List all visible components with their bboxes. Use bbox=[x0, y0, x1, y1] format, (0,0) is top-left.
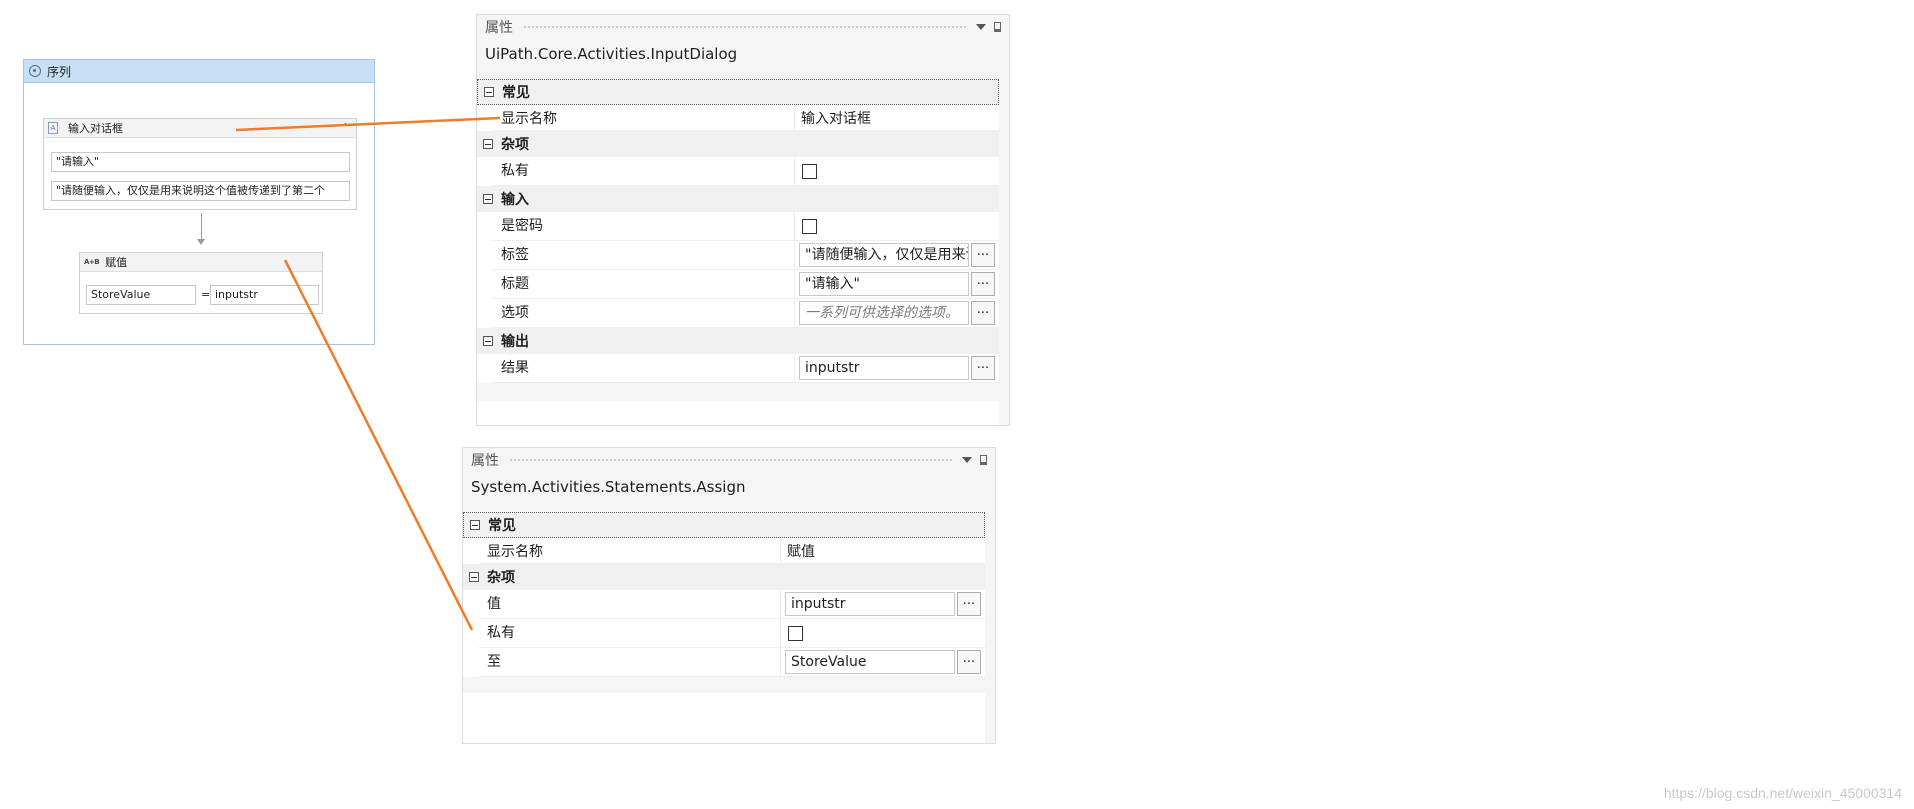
category-common[interactable]: 常见 bbox=[463, 512, 985, 538]
pin-icon[interactable] bbox=[994, 22, 1001, 32]
ellipsis-button[interactable]: ... bbox=[957, 650, 981, 674]
prop-name: 私有 bbox=[493, 157, 795, 185]
prop-row-private[interactable]: 私有 bbox=[493, 157, 999, 186]
category-label: 杂项 bbox=[487, 570, 515, 586]
assign-activity[interactable]: A+B 赋值 StoreValue = inputstr bbox=[79, 252, 323, 314]
assign-equals: = bbox=[201, 288, 211, 301]
collapse-toggle-icon[interactable] bbox=[483, 336, 493, 346]
ellipsis-button[interactable]: ... bbox=[957, 592, 981, 616]
dialog-label-field[interactable]: "请随便输入，仅仅是用来说明这个值被传递到了第二个 bbox=[51, 181, 350, 201]
category-common[interactable]: 常见 bbox=[477, 79, 999, 105]
collapse-toggle-icon[interactable] bbox=[469, 572, 479, 582]
is-password-checkbox[interactable] bbox=[802, 218, 817, 234]
collapse-toggle-icon[interactable] bbox=[484, 87, 494, 97]
properties-panel-input-dialog[interactable]: 属性 UiPath.Core.Activities.InputDialog 常见… bbox=[476, 14, 1010, 426]
dropdown-icon[interactable] bbox=[976, 24, 986, 30]
properties-panel-assign[interactable]: 属性 System.Activities.Statements.Assign 常… bbox=[462, 447, 996, 744]
collapse-toggle-icon[interactable] bbox=[483, 139, 493, 149]
prop-row-to[interactable]: 至 StoreValue ... bbox=[479, 648, 985, 677]
property-grid: 常见 显示名称 输入对话框 杂项 私有 输入 是密码 标签 "请随便输入，仅仅是… bbox=[477, 79, 999, 383]
value-input[interactable]: inputstr bbox=[785, 592, 955, 616]
property-grid-empty bbox=[463, 693, 985, 743]
prop-name: 私有 bbox=[479, 619, 781, 647]
prop-name: 至 bbox=[479, 648, 781, 676]
drag-grip[interactable] bbox=[523, 24, 968, 30]
category-label: 输入 bbox=[501, 192, 529, 208]
display-name-value[interactable]: 输入对话框 bbox=[799, 108, 871, 128]
prop-name: 标题 bbox=[493, 270, 795, 298]
prop-row-private[interactable]: 私有 bbox=[479, 619, 985, 648]
category-label: 常见 bbox=[502, 85, 530, 101]
to-value-input[interactable]: StoreValue bbox=[785, 650, 955, 674]
property-grid: 常见 显示名称 赋值 杂项 值 inputstr ... 私有 至 StoreV… bbox=[463, 512, 985, 677]
private-checkbox[interactable] bbox=[788, 625, 803, 641]
ellipsis-button[interactable]: ... bbox=[971, 272, 995, 296]
input-dialog-title: 输入对话框 bbox=[68, 122, 123, 135]
watermark: https://blog.csdn.net/weixin_45000314 bbox=[1663, 785, 1902, 801]
sequence-title: 序列 bbox=[47, 64, 72, 79]
dialog-title-field[interactable]: "请输入" bbox=[51, 152, 350, 172]
collapse-toggle-icon[interactable] bbox=[483, 194, 493, 204]
sequence-header[interactable]: 序列 bbox=[24, 60, 374, 83]
panel-title: 属性 bbox=[485, 20, 513, 36]
prop-name: 显示名称 bbox=[493, 105, 795, 130]
prop-row-options[interactable]: 选项 一系列可供选择的选项。 ... bbox=[493, 299, 999, 328]
prop-row-display-name[interactable]: 显示名称 输入对话框 bbox=[493, 105, 999, 131]
assign-value-field[interactable]: inputstr bbox=[210, 285, 319, 305]
category-output[interactable]: 输出 bbox=[477, 328, 999, 354]
prop-name: 选项 bbox=[493, 299, 795, 327]
assign-to-field[interactable]: StoreValue bbox=[86, 285, 196, 305]
property-grid-empty bbox=[477, 401, 999, 425]
prop-name: 显示名称 bbox=[479, 538, 781, 563]
activity-type-name: UiPath.Core.Activities.InputDialog bbox=[485, 45, 738, 63]
category-misc[interactable]: 杂项 bbox=[463, 564, 985, 590]
category-label: 输出 bbox=[501, 334, 529, 350]
label-value-input[interactable]: "请随便输入，仅仅是用来说明这个值被传递到了第二个 bbox=[799, 243, 969, 267]
assign-header[interactable]: A+B 赋值 bbox=[80, 253, 322, 272]
category-input[interactable]: 输入 bbox=[477, 186, 999, 212]
prop-name: 标签 bbox=[493, 241, 795, 269]
pin-icon[interactable] bbox=[980, 455, 987, 465]
panel-title-bar[interactable]: 属性 bbox=[477, 15, 1009, 39]
result-value-input[interactable]: inputstr bbox=[799, 356, 969, 380]
prop-row-result[interactable]: 结果 inputstr ... bbox=[493, 354, 999, 383]
prop-name: 值 bbox=[479, 590, 781, 618]
input-dialog-activity[interactable]: A 输入对话框 ⌃ "请输入" "请随便输入，仅仅是用来说明这个值被传递到了第二… bbox=[43, 118, 357, 210]
category-misc[interactable]: 杂项 bbox=[477, 131, 999, 157]
display-name-value[interactable]: 赋值 bbox=[785, 541, 815, 561]
dropdown-icon[interactable] bbox=[962, 457, 972, 463]
prop-row-label[interactable]: 标签 "请随便输入，仅仅是用来说明这个值被传递到了第二个 ... bbox=[493, 241, 999, 270]
options-value-input[interactable]: 一系列可供选择的选项。 bbox=[799, 301, 969, 325]
assign-icon: A+B bbox=[84, 258, 100, 266]
prop-name: 结果 bbox=[493, 354, 795, 382]
dialog-icon: A bbox=[48, 122, 58, 134]
assign-title: 赋值 bbox=[105, 256, 128, 269]
ellipsis-button[interactable]: ... bbox=[971, 356, 995, 380]
activity-type-name: System.Activities.Statements.Assign bbox=[471, 478, 746, 496]
prop-row-value[interactable]: 值 inputstr ... bbox=[479, 590, 985, 619]
category-label: 杂项 bbox=[501, 137, 529, 153]
panel-title: 属性 bbox=[471, 453, 499, 469]
prop-row-display-name[interactable]: 显示名称 赋值 bbox=[479, 538, 985, 564]
category-label: 常见 bbox=[488, 518, 516, 534]
drag-grip[interactable] bbox=[509, 457, 954, 463]
prop-name: 是密码 bbox=[493, 212, 795, 240]
sequence-container[interactable]: 序列 A 输入对话框 ⌃ "请输入" "请随便输入，仅仅是用来说明这个值被传递到… bbox=[23, 59, 375, 345]
input-dialog-header[interactable]: A 输入对话框 ⌃ bbox=[44, 119, 356, 138]
flow-arrow bbox=[197, 213, 205, 245]
collapse-toggle-icon[interactable] bbox=[470, 520, 480, 530]
collapse-icon[interactable]: ⌃ bbox=[341, 121, 350, 135]
title-value-input[interactable]: "请输入" bbox=[799, 272, 969, 296]
private-checkbox[interactable] bbox=[802, 163, 817, 179]
ellipsis-button[interactable]: ... bbox=[971, 243, 995, 267]
prop-row-is-password[interactable]: 是密码 bbox=[493, 212, 999, 241]
prop-row-title[interactable]: 标题 "请输入" ... bbox=[493, 270, 999, 299]
panel-title-bar[interactable]: 属性 bbox=[463, 448, 995, 472]
ellipsis-button[interactable]: ... bbox=[971, 301, 995, 325]
sequence-icon bbox=[29, 65, 41, 77]
